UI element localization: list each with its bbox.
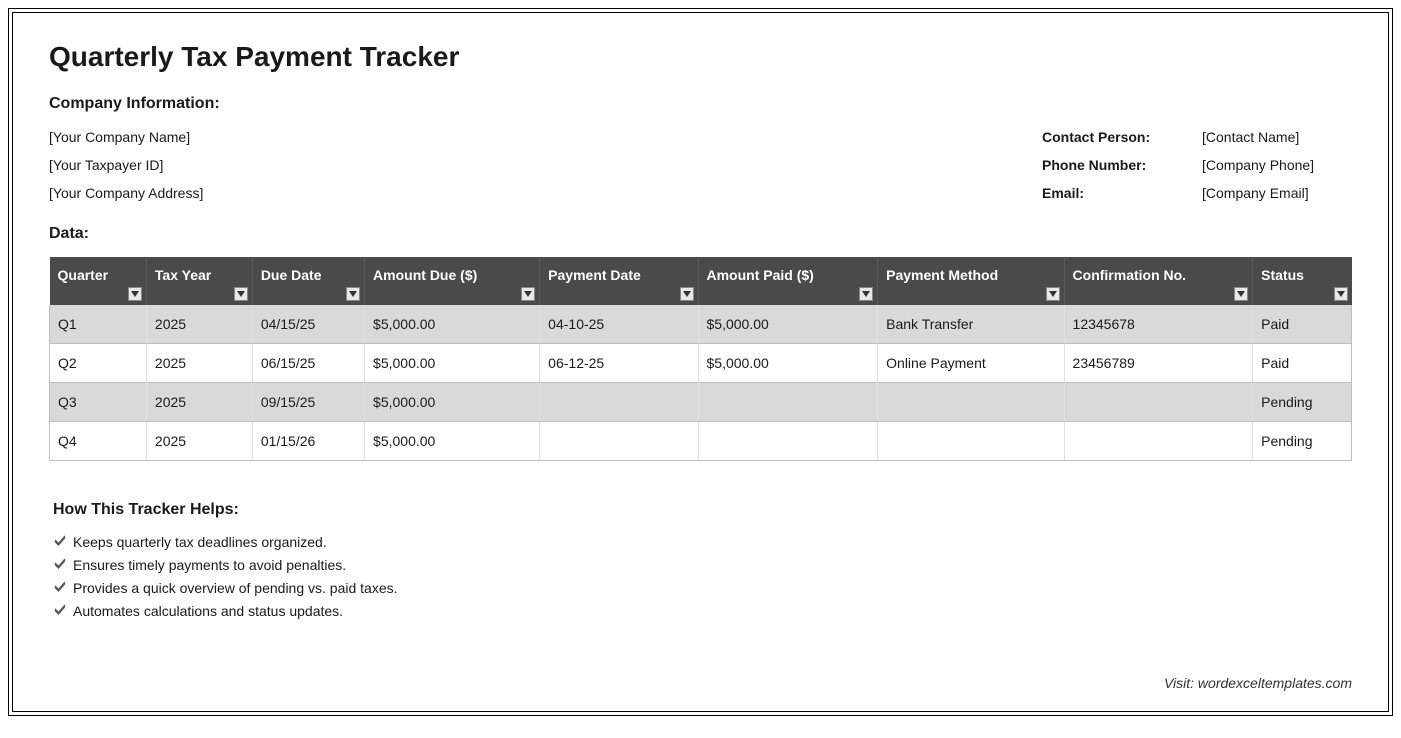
cell-amount_paid	[698, 422, 878, 461]
cell-due_date: 09/15/25	[252, 383, 364, 422]
table-header-row: Quarter Tax Year Due Date Amount Due ($)…	[50, 257, 1352, 305]
company-info-label: Company Information:	[49, 95, 1352, 113]
filter-icon[interactable]	[521, 287, 535, 301]
inner-frame: Quarterly Tax Payment Tracker Company In…	[12, 12, 1389, 712]
header-confirmation-no: Confirmation No.	[1064, 257, 1253, 305]
cell-amount_paid: $5,000.00	[698, 305, 878, 344]
cell-tax_year: 2025	[146, 383, 252, 422]
cell-payment_date: 06-12-25	[540, 344, 698, 383]
company-info-right: Contact Person: [Contact Name] Phone Num…	[1042, 129, 1352, 201]
check-icon	[53, 602, 67, 619]
contact-person-label: Contact Person:	[1042, 129, 1202, 145]
help-text: Provides a quick overview of pending vs.…	[73, 580, 398, 596]
cell-amount_paid: $5,000.00	[698, 344, 878, 383]
outer-frame: Quarterly Tax Payment Tracker Company In…	[8, 8, 1393, 716]
cell-status: Paid	[1253, 305, 1352, 344]
check-icon	[53, 533, 67, 550]
page-title: Quarterly Tax Payment Tracker	[49, 41, 1352, 73]
cell-payment_date	[540, 422, 698, 461]
taxpayer-id: [Your Taxpayer ID]	[49, 157, 203, 173]
table-row: Q4202501/15/26$5,000.00 Pending	[50, 422, 1352, 461]
table-row: Q3202509/15/25$5,000.00 Pending	[50, 383, 1352, 422]
check-icon	[53, 556, 67, 573]
filter-icon[interactable]	[128, 287, 142, 301]
email-value: [Company Email]	[1202, 185, 1352, 201]
email-label: Email:	[1042, 185, 1202, 201]
header-quarter: Quarter	[50, 257, 147, 305]
cell-quarter: Q1	[50, 305, 147, 344]
company-info-left: [Your Company Name] [Your Taxpayer ID] […	[49, 129, 203, 201]
help-item: Provides a quick overview of pending vs.…	[53, 579, 1352, 596]
help-item: Keeps quarterly tax deadlines organized.	[53, 533, 1352, 550]
cell-amount_due: $5,000.00	[365, 422, 540, 461]
cell-tax_year: 2025	[146, 305, 252, 344]
cell-quarter: Q2	[50, 344, 147, 383]
cell-due_date: 04/15/25	[252, 305, 364, 344]
header-status: Status	[1253, 257, 1352, 305]
table-row: Q1202504/15/25$5,000.0004-10-25$5,000.00…	[50, 305, 1352, 344]
company-name: [Your Company Name]	[49, 129, 203, 145]
cell-confirmation_no	[1064, 383, 1253, 422]
help-item: Automates calculations and status update…	[53, 602, 1352, 619]
cell-status: Pending	[1253, 422, 1352, 461]
cell-amount_due: $5,000.00	[365, 305, 540, 344]
cell-amount_due: $5,000.00	[365, 344, 540, 383]
header-due-date: Due Date	[252, 257, 364, 305]
cell-payment_date	[540, 383, 698, 422]
cell-status: Paid	[1253, 344, 1352, 383]
data-section-label: Data:	[49, 225, 1352, 243]
phone-value: [Company Phone]	[1202, 157, 1352, 173]
cell-amount_paid	[698, 383, 878, 422]
filter-icon[interactable]	[234, 287, 248, 301]
filter-icon[interactable]	[1046, 287, 1060, 301]
cell-payment_method: Bank Transfer	[878, 305, 1064, 344]
cell-tax_year: 2025	[146, 422, 252, 461]
help-text: Automates calculations and status update…	[73, 603, 343, 619]
filter-icon[interactable]	[859, 287, 873, 301]
helps-list: Keeps quarterly tax deadlines organized.…	[53, 533, 1352, 619]
header-amount-due: Amount Due ($)	[365, 257, 540, 305]
cell-status: Pending	[1253, 383, 1352, 422]
table-row: Q2202506/15/25$5,000.0006-12-25$5,000.00…	[50, 344, 1352, 383]
check-icon	[53, 579, 67, 596]
cell-tax_year: 2025	[146, 344, 252, 383]
visit-link: Visit: wordexceltemplates.com	[1164, 675, 1352, 691]
cell-due_date: 01/15/26	[252, 422, 364, 461]
cell-amount_due: $5,000.00	[365, 383, 540, 422]
cell-quarter: Q4	[50, 422, 147, 461]
header-amount-paid: Amount Paid ($)	[698, 257, 878, 305]
contact-person-value: [Contact Name]	[1202, 129, 1352, 145]
filter-icon[interactable]	[1234, 287, 1248, 301]
company-address: [Your Company Address]	[49, 185, 203, 201]
cell-payment_method	[878, 383, 1064, 422]
cell-confirmation_no: 23456789	[1064, 344, 1253, 383]
phone-label: Phone Number:	[1042, 157, 1202, 173]
help-text: Ensures timely payments to avoid penalti…	[73, 557, 346, 573]
help-item: Ensures timely payments to avoid penalti…	[53, 556, 1352, 573]
header-payment-date: Payment Date	[540, 257, 698, 305]
cell-payment_date: 04-10-25	[540, 305, 698, 344]
cell-quarter: Q3	[50, 383, 147, 422]
cell-confirmation_no	[1064, 422, 1253, 461]
filter-icon[interactable]	[1334, 287, 1348, 301]
payment-table: Quarter Tax Year Due Date Amount Due ($)…	[49, 257, 1352, 461]
header-payment-method: Payment Method	[878, 257, 1064, 305]
filter-icon[interactable]	[346, 287, 360, 301]
cell-due_date: 06/15/25	[252, 344, 364, 383]
cell-payment_method	[878, 422, 1064, 461]
cell-payment_method: Online Payment	[878, 344, 1064, 383]
company-info-grid: [Your Company Name] [Your Taxpayer ID] […	[49, 129, 1352, 201]
help-text: Keeps quarterly tax deadlines organized.	[73, 534, 327, 550]
header-tax-year: Tax Year	[146, 257, 252, 305]
helps-title: How This Tracker Helps:	[53, 501, 1352, 519]
cell-confirmation_no: 12345678	[1064, 305, 1253, 344]
filter-icon[interactable]	[680, 287, 694, 301]
